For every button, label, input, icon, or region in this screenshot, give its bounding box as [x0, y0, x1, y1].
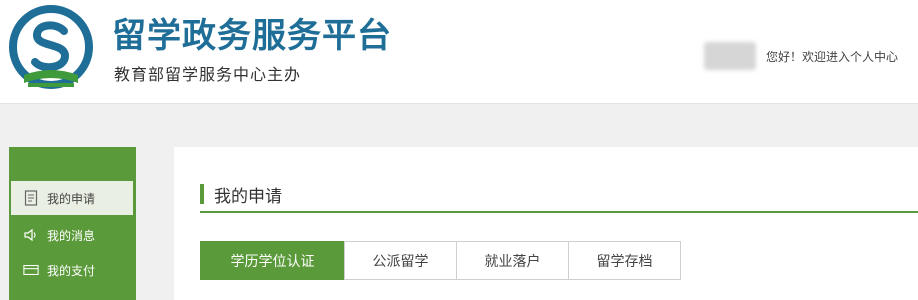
tab-employment-residence[interactable]: 就业落户: [456, 241, 569, 280]
speaker-icon: [23, 227, 39, 243]
user-name-redacted: [704, 42, 756, 70]
sidebar-item-my-payments[interactable]: 我的支付: [11, 253, 133, 287]
main-panel: 我的申请 学历学位认证 公派留学 就业落户 留学存档: [174, 147, 918, 300]
sidebar-item-label: 我的申请: [47, 191, 96, 206]
document-icon: [23, 190, 39, 206]
cscse-logo-icon[interactable]: [6, 5, 96, 93]
platform-subtitle: 教育部留学服务中心主办: [114, 65, 302, 84]
greeting-text: 您好！欢迎进入个人中心: [766, 50, 899, 64]
tab-government-sponsored[interactable]: 公派留学: [344, 241, 457, 280]
platform-title: 留学政务服务平台: [112, 16, 392, 56]
section-title-text: 我的申请: [214, 186, 282, 207]
site-header: 留学政务服务平台 教育部留学服务中心主办 您好！欢迎进入个人中心: [0, 0, 918, 104]
title-accent-bar: [200, 184, 204, 204]
sidebar-item-my-applications[interactable]: 我的申请: [11, 181, 133, 215]
application-tabs: 学历学位认证 公派留学 就业落户 留学存档: [200, 241, 681, 280]
sidebar: 我的申请 我的消息 我的支付: [9, 147, 136, 300]
sidebar-item-label: 我的支付: [47, 263, 96, 278]
tab-degree-certification[interactable]: 学历学位认证: [200, 241, 345, 280]
section-divider: [200, 211, 918, 213]
sidebar-item-label: 我的消息: [47, 228, 96, 243]
tab-study-archive[interactable]: 留学存档: [568, 241, 681, 280]
card-icon: [23, 262, 39, 278]
section-title: 我的申请: [200, 181, 282, 207]
sidebar-item-my-messages[interactable]: 我的消息: [11, 218, 133, 252]
